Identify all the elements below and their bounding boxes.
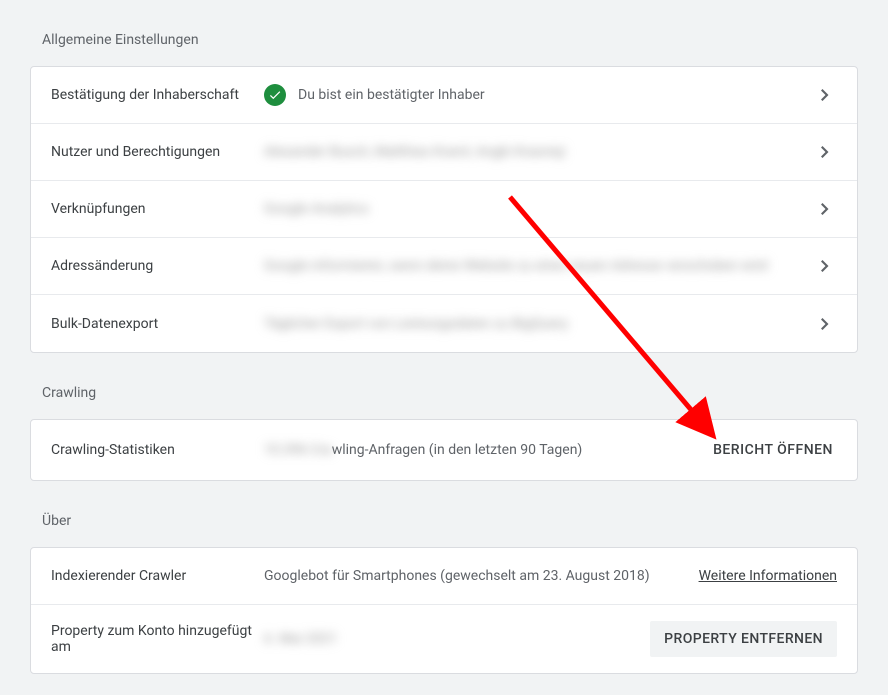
remove-property-button[interactable]: PROPERTY ENTFERNEN bbox=[650, 621, 837, 657]
about-card: Indexierender Crawler Googlebot für Smar… bbox=[30, 547, 858, 674]
chevron-right-icon bbox=[813, 312, 837, 336]
row-content: Täglicher Export von Leistungsdaten zu B… bbox=[264, 316, 813, 332]
row-indexing-crawler: Indexierender Crawler Googlebot für Smar… bbox=[31, 548, 857, 605]
section-title-crawling: Crawling bbox=[42, 385, 858, 401]
row-content: Google informieren, wenn deine Website z… bbox=[264, 258, 813, 274]
row-bulk-export[interactable]: Bulk-Datenexport Täglicher Export von Le… bbox=[31, 295, 857, 352]
check-circle-icon bbox=[264, 84, 286, 106]
blurred-value: Täglicher Export von Leistungsdaten zu B… bbox=[264, 316, 568, 332]
crawling-stats-value: wling-Anfragen (in den letzten 90 Tagen) bbox=[332, 442, 583, 458]
row-content: Du bist ein bestätigter Inhaber bbox=[264, 84, 813, 106]
row-label: Nutzer und Berechtigungen bbox=[51, 144, 264, 160]
row-label: Crawling-Statistiken bbox=[51, 442, 264, 458]
section-title-general: Allgemeine Einstellungen bbox=[42, 32, 858, 48]
blurred-value: 6. Mai 2021 bbox=[264, 631, 337, 647]
general-settings-card: Bestätigung der Inhaberschaft Du bist ei… bbox=[30, 66, 858, 353]
blurred-value: Google Analytics bbox=[264, 201, 369, 217]
chevron-right-icon bbox=[813, 140, 837, 164]
row-label: Indexierender Crawler bbox=[51, 568, 264, 584]
ownership-status-text: Du bist ein bestätigter Inhaber bbox=[298, 87, 485, 103]
row-label: Verknüpfungen bbox=[51, 201, 264, 217]
row-label: Property zum Konto hinzugefügt am bbox=[51, 623, 264, 655]
row-label: Bulk-Datenexport bbox=[51, 316, 264, 332]
row-users-permissions[interactable]: Nutzer und Berechtigungen Alexander Busc… bbox=[31, 124, 857, 181]
row-associations[interactable]: Verknüpfungen Google Analytics bbox=[31, 181, 857, 238]
row-label: Adressänderung bbox=[51, 258, 264, 274]
crawler-value: Googlebot für Smartphones (gewechselt am… bbox=[264, 568, 650, 584]
row-content: Googlebot für Smartphones (gewechselt am… bbox=[264, 568, 699, 584]
row-content: 10.396 Crawling-Anfragen (in den letzten… bbox=[264, 442, 709, 458]
row-content: 6. Mai 2021 bbox=[264, 631, 650, 647]
row-address-change[interactable]: Adressänderung Google informieren, wenn … bbox=[31, 238, 857, 295]
crawling-card: Crawling-Statistiken 10.396 Crawling-Anf… bbox=[30, 419, 858, 481]
row-crawling-stats: Crawling-Statistiken 10.396 Crawling-Anf… bbox=[31, 420, 857, 480]
row-label: Bestätigung der Inhaberschaft bbox=[51, 87, 264, 103]
blurred-value: Alexander Busch, Matthias Kraml, Angki K… bbox=[264, 144, 565, 160]
chevron-right-icon bbox=[813, 254, 837, 278]
more-info-link[interactable]: Weitere Informationen bbox=[699, 568, 837, 584]
row-ownership-verification[interactable]: Bestätigung der Inhaberschaft Du bist ei… bbox=[31, 67, 857, 124]
row-content: Alexander Busch, Matthias Kraml, Angki K… bbox=[264, 144, 813, 160]
chevron-right-icon bbox=[813, 197, 837, 221]
open-report-button[interactable]: BERICHT ÖFFNEN bbox=[709, 434, 837, 466]
blurred-prefix: 10.396 Cra bbox=[264, 442, 332, 458]
chevron-right-icon bbox=[813, 83, 837, 107]
blurred-value: Google informieren, wenn deine Website z… bbox=[264, 258, 768, 274]
section-title-about: Über bbox=[42, 513, 858, 529]
row-content: Google Analytics bbox=[264, 201, 813, 217]
